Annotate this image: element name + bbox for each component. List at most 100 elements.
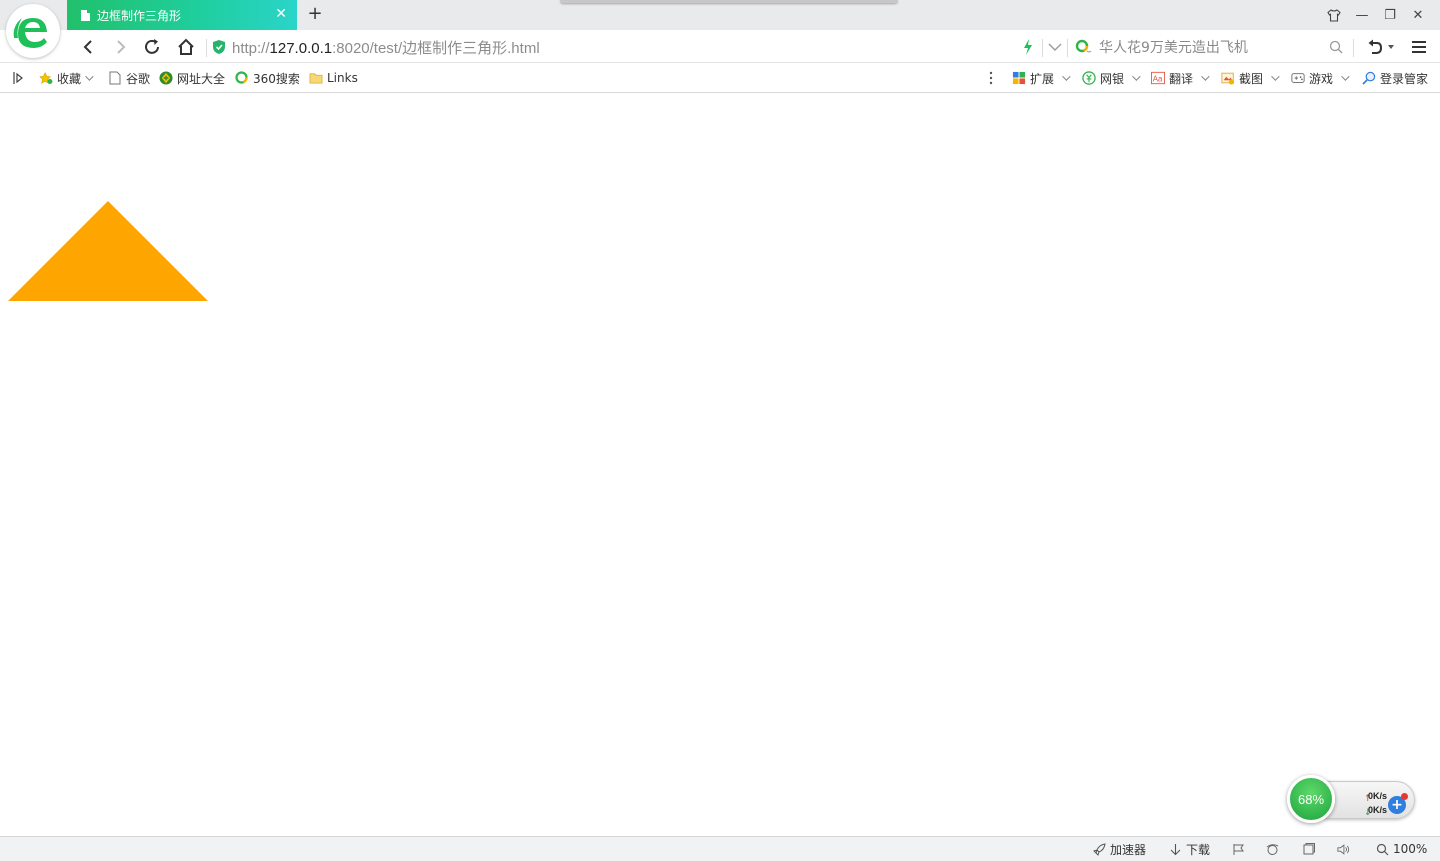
zoom-icon <box>1376 843 1389 855</box>
skin-button[interactable] <box>1320 0 1348 30</box>
game-icon <box>1291 73 1305 83</box>
toolbar-translate[interactable]: Aa 翻译 <box>1151 70 1210 86</box>
download-speed: 0K/s <box>1368 805 1388 815</box>
toolbar-screenshot[interactable]: 截图 <box>1221 70 1280 86</box>
speed-mode-button[interactable] <box>1017 36 1039 58</box>
sidebar-toggle-icon <box>13 72 23 84</box>
separator <box>1042 39 1043 57</box>
bookmark-label: 360搜索 <box>253 71 300 86</box>
reload-button[interactable] <box>141 36 163 58</box>
page-icon <box>109 71 121 85</box>
back-button[interactable] <box>77 36 99 58</box>
memory-usage-ball[interactable]: 68% <box>1287 775 1335 823</box>
download-icon <box>1170 843 1181 855</box>
toolbar-netbank[interactable]: 网银 <box>1082 70 1141 86</box>
search-suggestion: 华人花9万美元造出飞机 <box>1099 40 1248 56</box>
chevron-down-icon <box>1048 43 1062 51</box>
ie-mode-icon <box>1266 843 1279 855</box>
url-text: http://127.0.0.1:8020/test/边框制作三角形.html <box>232 37 540 58</box>
chevron-down-icon <box>1062 72 1071 81</box>
navigation-bar: http://127.0.0.1:8020/test/边框制作三角形.html … <box>0 30 1440 63</box>
vertical-dots-icon <box>989 71 993 85</box>
speed-widget[interactable]: ↑ 0K/s ↓ 0K/s + 68% <box>1287 775 1415 823</box>
url-dropdown-button[interactable] <box>1044 36 1066 58</box>
orange-triangle <box>8 201 208 301</box>
upload-speed: 0K/s <box>1368 791 1388 801</box>
360-search-icon <box>1075 39 1092 53</box>
url-host: 127.0.0.1 <box>269 39 333 57</box>
toolbar-label: 截图 <box>1239 71 1264 86</box>
search-button[interactable] <box>1325 36 1347 58</box>
speaker-icon <box>1337 843 1350 855</box>
separator <box>1067 39 1068 57</box>
bookmark-nav-site[interactable]: 网址大全 <box>159 70 225 86</box>
bookmark-links-folder[interactable]: Links <box>309 70 358 86</box>
tab-active[interactable]: 边框制作三角形 ✕ <box>67 0 297 30</box>
undo-icon <box>1368 39 1383 54</box>
search-icon <box>1329 40 1343 54</box>
forward-button[interactable] <box>110 36 132 58</box>
status-window-button[interactable] <box>1302 841 1319 857</box>
bookmarks-bar: 收藏 谷歌 网址大全 360搜索 Links 扩展 网银 Aa 翻译 截图 游戏 <box>0 63 1440 93</box>
title-bar: 边框制作三角形 ✕ + — ❐ ✕ <box>0 0 1440 58</box>
browser-logo-icon[interactable] <box>6 4 60 58</box>
chevron-down-icon <box>1341 72 1350 81</box>
toolbar-login-manager[interactable]: 登录管家 <box>1362 70 1428 86</box>
address-bar[interactable]: http://127.0.0.1:8020/test/边框制作三角形.html <box>212 34 1062 60</box>
new-tab-button[interactable]: + <box>306 5 324 23</box>
status-flag-button[interactable] <box>1232 841 1249 857</box>
menu-button[interactable] <box>1408 36 1430 58</box>
bookmark-label: Links <box>327 71 358 85</box>
login-manager-icon <box>1362 71 1376 85</box>
status-zoom[interactable]: 100% <box>1376 841 1427 857</box>
toolbar-label: 翻译 <box>1169 71 1194 86</box>
chevron-down-icon <box>1271 72 1280 81</box>
status-bar: 加速器 下载 100% <box>0 836 1440 861</box>
page-viewport <box>0 94 1440 836</box>
notification-dot <box>1401 793 1408 800</box>
shirt-icon <box>1327 8 1341 22</box>
minimize-button[interactable]: — <box>1348 0 1376 30</box>
bookmark-label: 谷歌 <box>126 71 151 86</box>
sidebar-toggle-button[interactable] <box>12 70 24 86</box>
more-options-button[interactable] <box>989 70 993 86</box>
reload-icon <box>145 39 159 54</box>
bookmark-label: 网址大全 <box>177 71 226 86</box>
toolbar-label: 游戏 <box>1309 71 1334 86</box>
window-icon <box>1303 842 1315 854</box>
bookmark-google[interactable]: 谷歌 <box>108 70 150 86</box>
status-sound-button[interactable] <box>1337 841 1354 857</box>
separator <box>1353 39 1354 57</box>
toolbar-label: 扩展 <box>1030 71 1055 86</box>
search-box[interactable]: 华人花9万美元造出飞机 <box>1075 36 1345 58</box>
restore-button[interactable]: ❐ <box>1376 0 1404 30</box>
chevron-down-icon <box>1201 72 1210 81</box>
undo-dropdown-button[interactable] <box>1385 36 1397 58</box>
tab-title: 边框制作三角形 <box>97 8 182 23</box>
shield-icon <box>213 40 225 54</box>
url-path: :8020/test/边框制作三角形.html <box>332 39 540 57</box>
translate-icon: Aa <box>1151 71 1165 85</box>
svg-text:Aa: Aa <box>1153 75 1163 84</box>
bookmark-360-search[interactable]: 360搜索 <box>235 70 300 86</box>
extension-icon <box>1012 71 1026 85</box>
undo-close-button[interactable] <box>1364 36 1386 58</box>
forward-arrow-icon <box>117 40 126 54</box>
status-accelerator[interactable]: 加速器 <box>1093 841 1146 857</box>
tab-close-icon[interactable]: ✕ <box>275 7 287 21</box>
360-search-icon <box>235 71 248 84</box>
status-download[interactable]: 下载 <box>1169 841 1210 857</box>
toolbar-games[interactable]: 游戏 <box>1291 70 1350 86</box>
toolbar-extensions[interactable]: 扩展 <box>1012 70 1071 86</box>
separator <box>206 39 207 57</box>
bank-icon <box>1082 71 1096 85</box>
home-button[interactable] <box>175 36 197 58</box>
zoom-level: 100% <box>1393 842 1428 856</box>
close-button[interactable]: ✕ <box>1404 0 1432 30</box>
folder-icon <box>309 73 323 84</box>
bookmark-favorites[interactable]: 收藏 <box>39 70 94 86</box>
caret-down-icon <box>1388 45 1394 49</box>
download-label: 下载 <box>1186 842 1211 857</box>
status-ie-mode-button[interactable] <box>1266 841 1283 857</box>
chevron-down-icon <box>85 72 94 81</box>
